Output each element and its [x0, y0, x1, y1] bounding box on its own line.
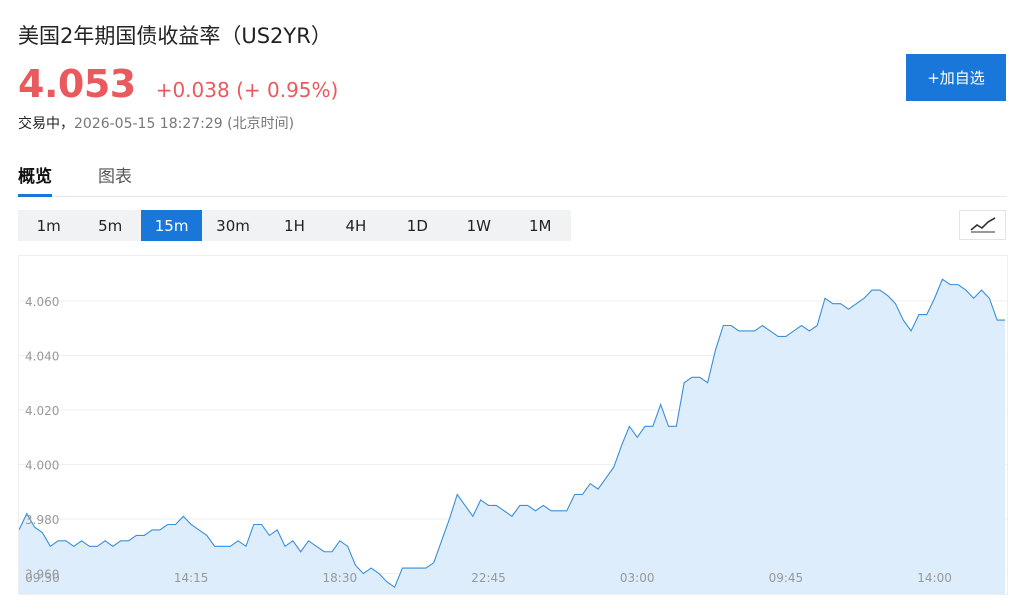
y-tick-label: 4.040: [25, 349, 59, 363]
interval-selector: 1m 5m 15m 30m 1H 4H 1D 1W 1M: [18, 210, 571, 241]
y-tick-label: 4.060: [25, 295, 59, 309]
interval-4h[interactable]: 4H: [325, 210, 386, 241]
x-tick-label: 14:15: [174, 571, 209, 585]
trading-status-row: 交易中，2026-05-15 18:27:29 (北京时间): [18, 113, 294, 133]
interval-15m[interactable]: 15m: [140, 210, 203, 241]
y-tick-label: 4.020: [25, 404, 59, 418]
interval-30m[interactable]: 30m: [202, 210, 263, 241]
price-change: +0.038 (+ 0.95%): [155, 78, 339, 102]
price-area: [19, 279, 1005, 594]
view-tabs: 概览 图表: [18, 160, 1006, 197]
y-tick-label: 3.980: [25, 513, 59, 527]
quote-timestamp: 2026-05-15 18:27:29 (北京时间): [74, 116, 295, 132]
price-chart: 4.060 4.040 4.020 4.000 3.980 3.960 09:30 14:15…: [18, 255, 1008, 595]
instrument-title: 美国2年期国债收益率（US2YR）: [18, 24, 332, 48]
tab-overview[interactable]: 概览: [18, 162, 52, 197]
trading-status: 交易中，: [18, 116, 74, 132]
chart-type-toggle[interactable]: [959, 210, 1006, 240]
line-chart-icon: [969, 217, 995, 233]
quote-row: 4.053 +0.038 (+ 0.95%): [18, 62, 338, 106]
last-price: 4.053: [18, 62, 136, 106]
interval-1w[interactable]: 1W: [448, 210, 509, 241]
interval-1mo[interactable]: 1M: [510, 210, 571, 241]
add-to-watchlist-button[interactable]: +加自选: [906, 54, 1006, 101]
interval-1d[interactable]: 1D: [387, 210, 448, 241]
x-tick-label: 22:45: [471, 571, 506, 585]
x-tick-label: 14:00: [917, 571, 952, 585]
interval-1m[interactable]: 1m: [18, 210, 79, 241]
interval-5m[interactable]: 5m: [79, 210, 140, 241]
x-tick-label: 18:30: [323, 571, 358, 585]
tab-chart[interactable]: 图表: [98, 162, 132, 197]
y-tick-label: 4.000: [25, 459, 59, 473]
price-chart-svg: 4.0604.0404.0204.0003.9803.96009:30 14:15…: [19, 278, 1007, 594]
x-tick-label: 09:45: [769, 571, 804, 585]
x-tick-label: 09:30: [25, 571, 60, 585]
x-tick-label: 03:00: [620, 571, 655, 585]
interval-1h[interactable]: 1H: [264, 210, 325, 241]
